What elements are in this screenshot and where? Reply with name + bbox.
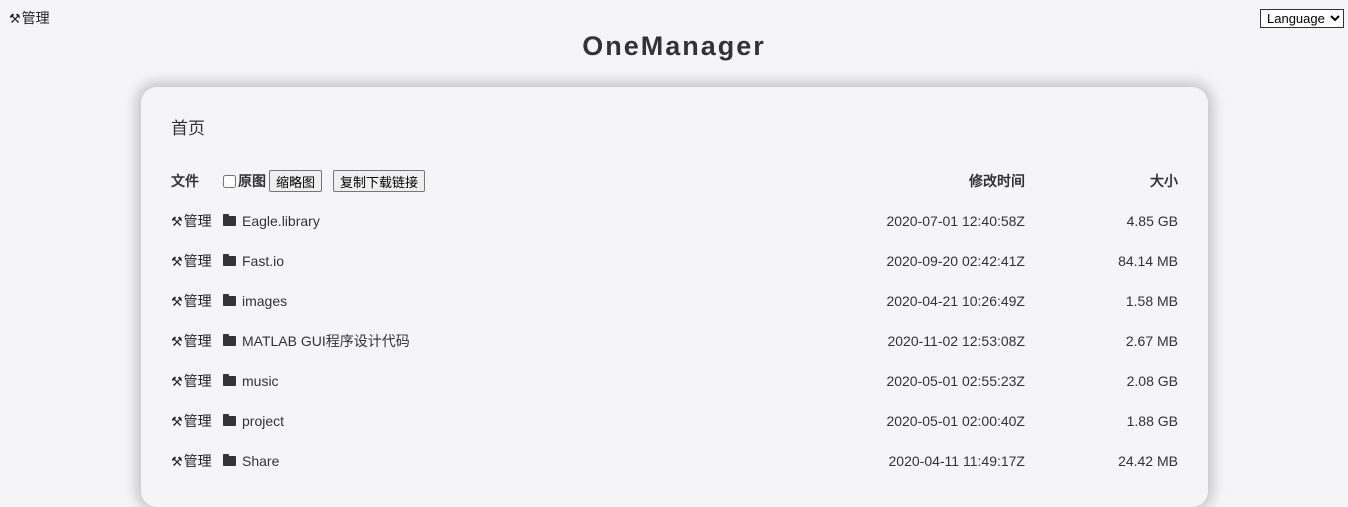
file-list-card: 首页 文件 原图 缩略图 复制下载链接 修改时间 大小 ⚒ 管理 Eagle.l… [141, 87, 1208, 507]
tools-icon: ⚒ [171, 453, 183, 469]
row-admin-link[interactable]: ⚒ 管理 [171, 411, 223, 431]
modified-column-header[interactable]: 修改时间 [885, 171, 1025, 191]
modified-time: 2020-04-11 11:49:17Z [888, 453, 1025, 469]
row-admin-link[interactable]: ⚒ 管理 [171, 371, 223, 391]
thumbnail-button[interactable]: 缩略图 [269, 170, 323, 192]
list-header: 文件 原图 缩略图 复制下载链接 修改时间 大小 [171, 169, 1178, 193]
table-row: ⚒ 管理 Fast.io 2020-09-20 02:42:41Z 84.14 … [171, 241, 1178, 281]
folder-icon [223, 454, 236, 466]
original-image-checkbox[interactable] [223, 174, 236, 188]
row-admin-label: 管理 [183, 213, 212, 229]
row-admin-label: 管理 [183, 293, 212, 309]
original-image-label: 原图 [238, 173, 266, 189]
table-row: ⚒ 管理 images 2020-04-21 10:26:49Z 1.58 MB [171, 281, 1178, 321]
folder-name-link[interactable]: MATLAB GUI程序设计代码 [242, 331, 410, 351]
folder-name-link[interactable]: Share [242, 453, 279, 469]
modified-time: 2020-11-02 12:53:08Z [887, 333, 1025, 349]
folder-name-link[interactable]: Eagle.library [242, 213, 320, 229]
row-admin-link[interactable]: ⚒ 管理 [171, 251, 223, 271]
folder-icon [223, 214, 236, 226]
tools-icon: ⚒ [9, 10, 21, 26]
row-admin-label: 管理 [183, 373, 212, 389]
admin-link[interactable]: ⚒ 管理 [9, 8, 50, 28]
row-admin-label: 管理 [183, 253, 212, 269]
row-admin-link[interactable]: ⚒ 管理 [171, 331, 223, 351]
view-controls: 原图 缩略图 复制下载链接 [223, 170, 426, 192]
tools-icon: ⚒ [171, 293, 183, 309]
table-row: ⚒ 管理 project 2020-05-01 02:00:40Z 1.88 G… [171, 401, 1178, 441]
folder-icon [223, 334, 236, 346]
modified-time: 2020-09-20 02:42:41Z [886, 253, 1025, 269]
folder-name-link[interactable]: Fast.io [242, 253, 284, 269]
row-admin-label: 管理 [183, 453, 212, 469]
tools-icon: ⚒ [171, 413, 183, 429]
file-list: ⚒ 管理 Eagle.library 2020-07-01 12:40:58Z … [171, 201, 1178, 481]
tools-icon: ⚒ [171, 373, 183, 389]
file-column-header: 文件 [171, 173, 199, 189]
tools-icon: ⚒ [171, 213, 183, 229]
site-title: OneManager [582, 31, 766, 61]
file-size: 84.14 MB [1118, 253, 1178, 269]
folder-icon [223, 374, 236, 386]
modified-time: 2020-05-01 02:55:23Z [886, 373, 1025, 389]
file-size: 24.42 MB [1118, 453, 1178, 469]
folder-name-link[interactable]: images [242, 293, 287, 309]
folder-name-link[interactable]: music [242, 373, 279, 389]
file-size: 4.85 GB [1126, 213, 1178, 229]
folder-icon [223, 254, 236, 266]
tools-icon: ⚒ [171, 253, 183, 269]
folder-icon [223, 294, 236, 306]
language-select[interactable]: Language [1260, 9, 1344, 28]
tools-icon: ⚒ [171, 333, 183, 349]
copy-download-links-button[interactable]: 复制下载链接 [333, 170, 426, 192]
table-row: ⚒ 管理 music 2020-05-01 02:55:23Z 2.08 GB [171, 361, 1178, 401]
row-admin-link[interactable]: ⚒ 管理 [171, 291, 223, 311]
file-size: 1.58 MB [1125, 293, 1178, 309]
modified-time: 2020-07-01 12:40:58Z [886, 213, 1025, 229]
file-size: 2.67 MB [1125, 333, 1178, 349]
admin-link-label: 管理 [21, 10, 50, 26]
folder-name-link[interactable]: project [242, 413, 284, 429]
size-column-header[interactable]: 大小 [1025, 171, 1178, 191]
row-admin-label: 管理 [183, 333, 212, 349]
table-row: ⚒ 管理 MATLAB GUI程序设计代码 2020-11-02 12:53:0… [171, 321, 1178, 361]
modified-time: 2020-04-21 10:26:49Z [886, 293, 1025, 309]
table-row: ⚒ 管理 Share 2020-04-11 11:49:17Z 24.42 MB [171, 441, 1178, 481]
file-size: 2.08 GB [1126, 373, 1178, 389]
row-admin-link[interactable]: ⚒ 管理 [171, 451, 223, 471]
breadcrumb-home[interactable]: 首页 [171, 114, 205, 139]
file-size: 1.88 GB [1126, 413, 1178, 429]
folder-icon [223, 414, 236, 426]
row-admin-link[interactable]: ⚒ 管理 [171, 211, 223, 231]
row-admin-label: 管理 [183, 413, 212, 429]
modified-time: 2020-05-01 02:00:40Z [886, 413, 1025, 429]
table-row: ⚒ 管理 Eagle.library 2020-07-01 12:40:58Z … [171, 201, 1178, 241]
